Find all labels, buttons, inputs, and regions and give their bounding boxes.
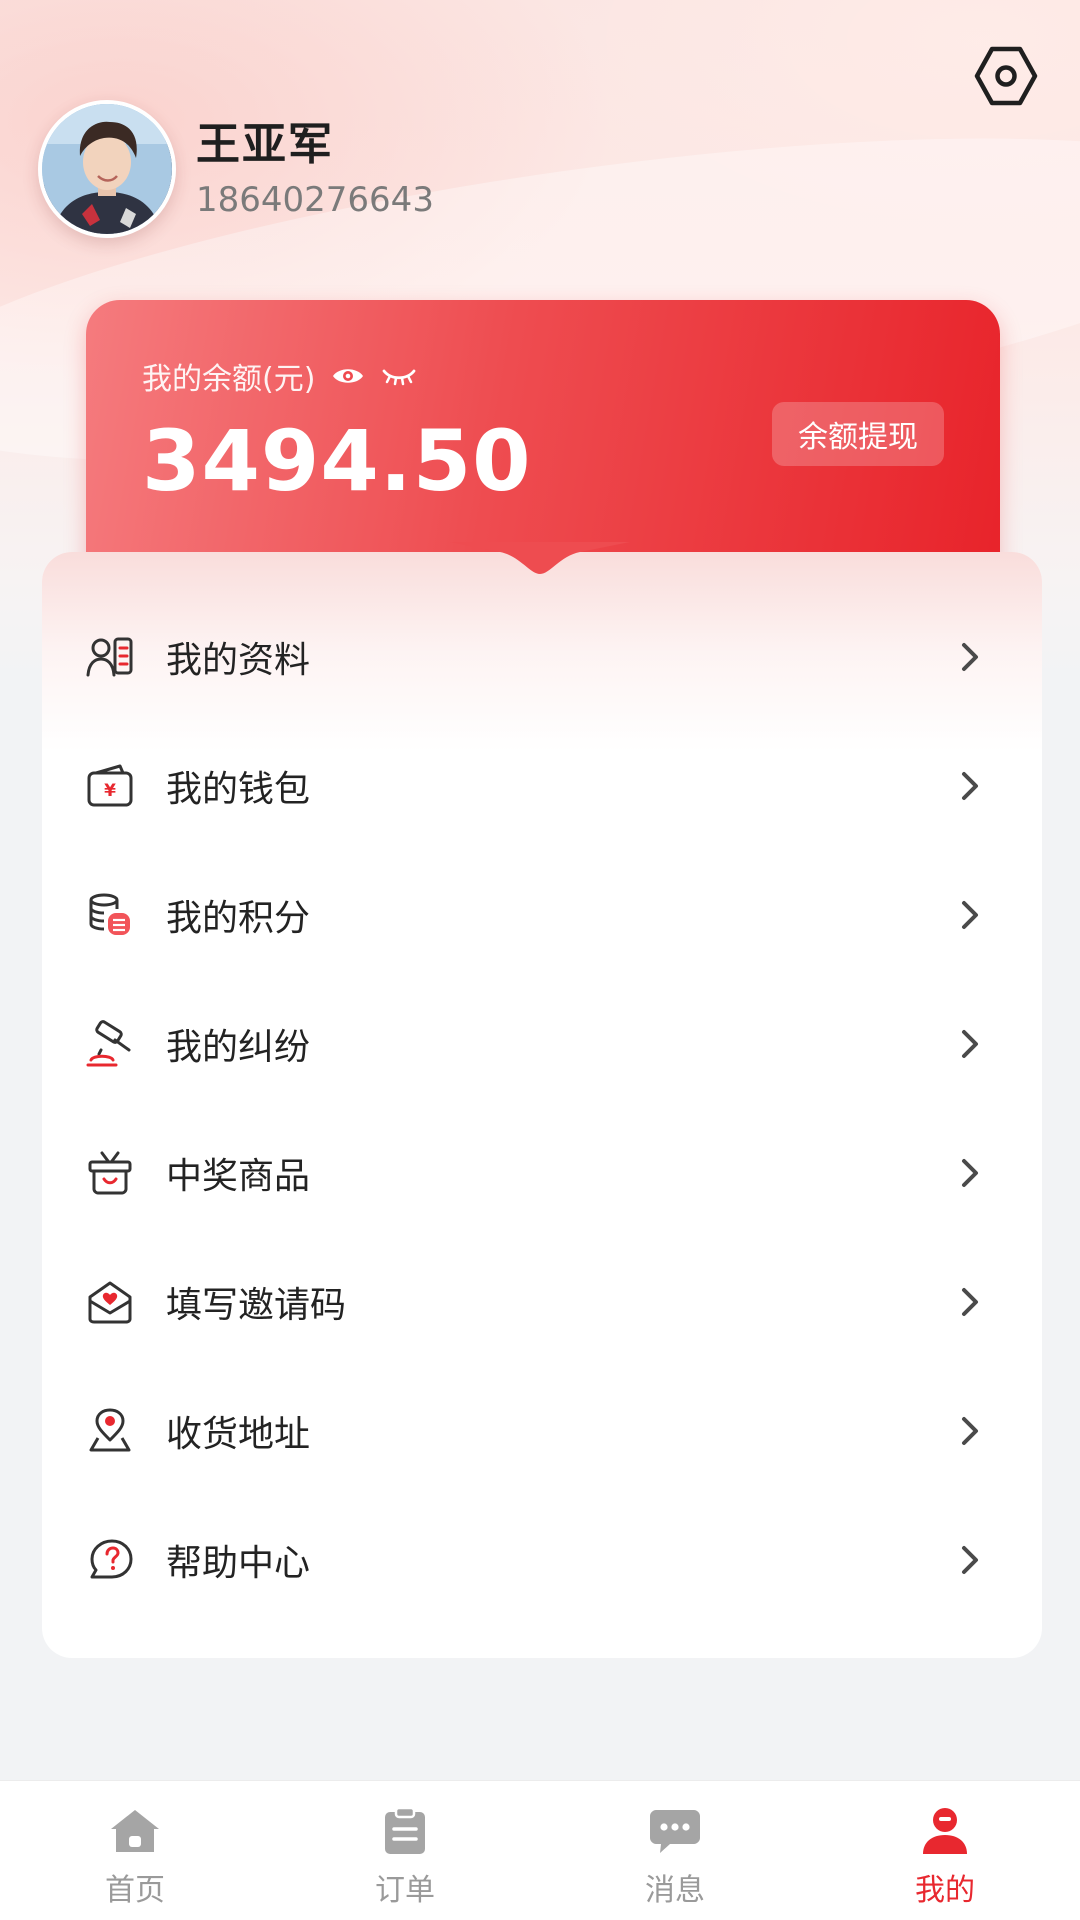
gavel-icon: [84, 1018, 136, 1070]
menu-item-shipping-address[interactable]: 收货地址: [42, 1366, 1042, 1495]
menu-item-help-center[interactable]: 帮助中心: [42, 1495, 1042, 1624]
coins-stack-icon: [84, 889, 136, 941]
chevron-right-icon: [952, 897, 988, 933]
menu-item-label: 中奖商品: [166, 1155, 311, 1197]
tab-orders[interactable]: 订单: [270, 1781, 540, 1920]
menu-item-label: 收货地址: [166, 1413, 311, 1455]
clipboard-icon: [377, 1803, 433, 1859]
location-pin-icon: [84, 1405, 136, 1457]
chevron-right-icon: [952, 1284, 988, 1320]
balance-amount: 3494.50: [142, 412, 532, 510]
eye-icon[interactable]: [331, 365, 365, 387]
withdraw-button[interactable]: 余额提现: [772, 402, 944, 466]
menu-item-my-profile[interactable]: 我的资料: [42, 592, 1042, 721]
menu-item-label: 我的资料: [166, 639, 311, 681]
chevron-right-icon: [952, 1413, 988, 1449]
settings-button[interactable]: [970, 40, 1042, 112]
menu-item-label: 我的积分: [166, 897, 311, 939]
chevron-right-icon: [952, 768, 988, 804]
help-bubble-icon: [84, 1534, 136, 1586]
wallet-icon: ¥: [84, 760, 136, 812]
user-icon: [917, 1803, 973, 1859]
tab-label: 首页: [105, 1873, 165, 1908]
tab-label: 我的: [915, 1873, 975, 1908]
balance-label-row: 我的余额(元): [142, 354, 417, 398]
avatar-image: [42, 104, 172, 234]
settings-hexagon-icon: [974, 46, 1038, 106]
profile-card-icon: [84, 631, 136, 683]
chevron-right-icon: [952, 1155, 988, 1191]
menu-item-enter-invite-code[interactable]: 填写邀请码: [42, 1237, 1042, 1366]
tab-mine[interactable]: 我的: [810, 1781, 1080, 1920]
svg-text:¥: ¥: [104, 781, 116, 801]
bottom-tab-bar: 首页 订单 消息 我的: [0, 1780, 1080, 1920]
chat-icon: [647, 1803, 703, 1859]
menu-item-my-points[interactable]: 我的积分: [42, 850, 1042, 979]
tab-label: 订单: [375, 1873, 435, 1908]
balance-label: 我的余额(元): [142, 362, 316, 397]
menu-item-my-wallet[interactable]: ¥ 我的钱包: [42, 721, 1042, 850]
chevron-right-icon: [952, 1542, 988, 1578]
avatar[interactable]: [38, 100, 176, 238]
chevron-right-icon: [952, 639, 988, 675]
home-icon: [107, 1803, 163, 1859]
tab-messages[interactable]: 消息: [540, 1781, 810, 1920]
menu-item-prize-goods[interactable]: 中奖商品: [42, 1108, 1042, 1237]
prize-box-icon: [84, 1147, 136, 1199]
chevron-right-icon: [952, 1026, 988, 1062]
menu-list: 我的资料 ¥ 我的钱包 我的积分 我的纠纷 中奖商品 填写邀请码 收货地址 帮助…: [42, 592, 1042, 1624]
profile-screen: 王亚军 18640276643 我的余额(元) 3494.50 余额提现 我的资…: [0, 0, 1080, 1920]
tab-home[interactable]: 首页: [0, 1781, 270, 1920]
invite-envelope-icon: [84, 1276, 136, 1328]
eye-closed-icon[interactable]: [381, 365, 417, 387]
menu-item-my-disputes[interactable]: 我的纠纷: [42, 979, 1042, 1108]
user-phone: 18640276643: [196, 180, 434, 220]
tab-label: 消息: [645, 1873, 705, 1908]
user-name: 王亚军: [196, 119, 334, 170]
menu-item-label: 我的纠纷: [166, 1026, 311, 1068]
menu-item-label: 帮助中心: [166, 1542, 311, 1584]
menu-panel: 我的资料 ¥ 我的钱包 我的积分 我的纠纷 中奖商品 填写邀请码 收货地址 帮助…: [42, 552, 1042, 1658]
menu-item-label: 我的钱包: [166, 768, 311, 810]
menu-item-label: 填写邀请码: [166, 1284, 347, 1326]
